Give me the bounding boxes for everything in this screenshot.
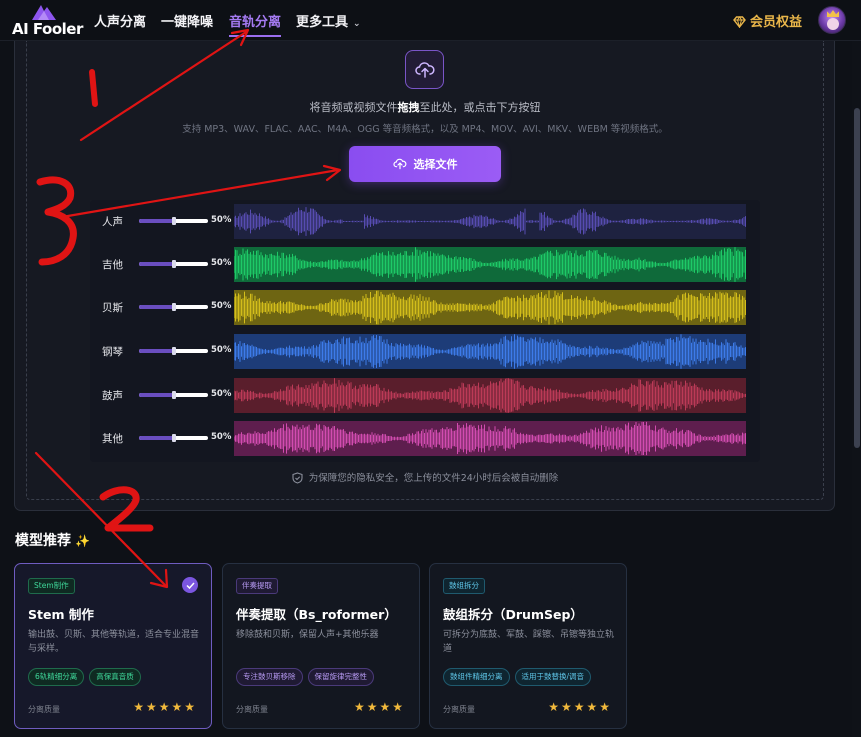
drop-instructions-post: 至此处，或点击下方按钮 xyxy=(419,101,541,114)
volume-slider[interactable] xyxy=(139,303,208,311)
member-benefits-label: 会员权益 xyxy=(750,15,803,30)
card-title: Stem 制作 xyxy=(28,607,94,622)
quality-stars: ★★★★★ xyxy=(133,700,197,714)
nav-link-vocal-separation[interactable]: 人声分离 xyxy=(94,11,146,30)
diamond-icon xyxy=(733,16,746,29)
model-card-drumsep[interactable]: 鼓组拆分 鼓组拆分（DrumSep） 可拆分为底鼓、军鼓、踩镲、吊镲等独立轨道 … xyxy=(429,563,627,729)
shield-icon xyxy=(292,472,303,484)
track-label: 吉他 xyxy=(102,259,123,271)
track-waveform[interactable] xyxy=(234,290,746,325)
volume-slider[interactable] xyxy=(139,217,208,225)
track-label: 贝斯 xyxy=(102,302,123,314)
model-card-accompaniment[interactable]: 伴奏提取 伴奏提取（Bs_roformer） 移除鼓和贝斯，保留人声+其他乐器 … xyxy=(222,563,420,729)
nav-link-more-tools-label: 更多工具 xyxy=(296,15,349,30)
chevron-down-icon: ⌄ xyxy=(353,19,361,29)
quality-label: 分离质量 xyxy=(236,705,268,714)
card-description: 输出鼓、贝斯、其他等轨道，适合专业混音与采样。 xyxy=(28,630,200,654)
card-chip: 6轨精细分离 xyxy=(28,668,85,686)
card-title: 鼓组拆分（DrumSep） xyxy=(443,607,583,622)
card-chip: 专注鼓贝斯移除 xyxy=(236,668,303,686)
choose-file-button[interactable]: 选择文件 xyxy=(349,146,501,182)
section-title-label: 模型推荐 xyxy=(15,533,71,549)
logo-text: AI Fooler xyxy=(12,20,83,38)
track-label: 其他 xyxy=(102,433,123,445)
volume-slider-handle[interactable] xyxy=(171,303,176,311)
card-chips: 6轨精细分离 高保真音质 xyxy=(28,668,141,686)
card-chips: 专注鼓贝斯移除 保留旋律完整性 xyxy=(236,668,374,686)
privacy-text: 为保障您的隐私安全，您上传的文件24小时后会被自动删除 xyxy=(308,473,559,484)
quality-stars: ★★★★★ xyxy=(548,700,612,714)
track-label: 人声 xyxy=(102,216,123,228)
volume-slider[interactable] xyxy=(139,260,208,268)
track-waveform[interactable] xyxy=(234,204,746,239)
card-title: 伴奏提取（Bs_roformer） xyxy=(236,607,397,622)
section-title: 模型推荐 ✨ xyxy=(15,530,90,550)
card-description: 移除鼓和贝斯，保留人声+其他乐器 xyxy=(236,630,379,640)
volume-slider-fill xyxy=(139,262,174,266)
track-waveform[interactable] xyxy=(234,334,746,369)
quality-stars: ★★★★ xyxy=(353,700,405,714)
volume-percent: 50% xyxy=(211,389,232,399)
volume-percent: 50% xyxy=(211,215,232,225)
top-nav: AI Fooler 人声分离 一键降噪 音轨分离 更多工具 ⌄ 会员权益 xyxy=(0,0,861,41)
volume-slider[interactable] xyxy=(139,347,208,355)
drop-instructions-bold: 拖拽 xyxy=(397,101,420,114)
volume-percent: 50% xyxy=(211,345,232,355)
nav-link-more-tools[interactable]: 更多工具 ⌄ xyxy=(296,11,361,30)
card-tag: 鼓组拆分 xyxy=(443,578,485,594)
nav-link-track-separation[interactable]: 音轨分离 xyxy=(229,11,282,37)
card-chip: 高保真音质 xyxy=(89,668,141,686)
card-tag: Stem制作 xyxy=(28,578,75,594)
card-tag: 伴奏提取 xyxy=(236,578,278,594)
scrollbar-thumb[interactable] xyxy=(854,108,860,448)
volume-percent: 50% xyxy=(211,432,232,442)
volume-percent: 50% xyxy=(211,258,232,268)
track-label: 钢琴 xyxy=(102,346,123,358)
drop-instructions: 将音频或视频文件拖拽至此处，或点击下方按钮 xyxy=(0,99,850,115)
privacy-note: 为保障您的隐私安全，您上传的文件24小时后会被自动删除 xyxy=(0,470,850,484)
crown-icon xyxy=(827,10,839,17)
member-benefits-link[interactable]: 会员权益 xyxy=(733,11,802,30)
sparkle-icon: ✨ xyxy=(75,534,90,548)
logo[interactable]: AI Fooler xyxy=(10,3,83,39)
track-label: 鼓声 xyxy=(102,390,123,402)
checkmark-icon xyxy=(182,577,198,593)
supported-formats: 支持 MP3、WAV、FLAC、AAC、M4A、OGG 等音频格式，以及 MP4… xyxy=(182,124,668,135)
volume-slider-fill xyxy=(139,436,174,440)
avatar[interactable] xyxy=(818,6,846,34)
volume-slider-handle[interactable] xyxy=(171,347,176,355)
volume-slider[interactable] xyxy=(139,434,208,442)
quality-label: 分离质量 xyxy=(443,705,475,714)
track-waveform[interactable] xyxy=(234,421,746,456)
avatar-face xyxy=(827,18,839,30)
volume-slider-handle[interactable] xyxy=(171,391,176,399)
drop-instructions-pre: 将音频或视频文件 xyxy=(309,101,398,114)
card-chip: 鼓组件精细分离 xyxy=(443,668,510,686)
volume-slider-fill xyxy=(139,349,174,353)
quality-label: 分离质量 xyxy=(28,705,60,714)
card-chip: 适用于鼓替换/调音 xyxy=(514,668,592,686)
volume-slider-fill xyxy=(139,305,174,309)
model-card-stem[interactable]: Stem制作 Stem 制作 输出鼓、贝斯、其他等轨道，适合专业混音与采样。 6… xyxy=(14,563,212,729)
card-chip: 保留旋律完整性 xyxy=(307,668,374,686)
volume-slider-fill xyxy=(139,393,174,397)
volume-slider-fill xyxy=(139,219,174,223)
card-description: 可拆分为底鼓、军鼓、踩镲、吊镲等独立轨道 xyxy=(443,630,615,654)
volume-slider-handle[interactable] xyxy=(171,260,176,268)
choose-file-label: 选择文件 xyxy=(413,158,458,171)
track-waveform[interactable] xyxy=(234,378,746,413)
volume-slider[interactable] xyxy=(139,391,208,399)
nav-link-noise-reduction[interactable]: 一键降噪 xyxy=(161,11,213,30)
upload-cloud-icon xyxy=(405,50,444,89)
volume-slider-handle[interactable] xyxy=(171,217,176,225)
upload-icon xyxy=(392,158,406,170)
volume-percent: 50% xyxy=(211,301,232,311)
track-waveform[interactable] xyxy=(234,247,746,282)
logo-mark-icon xyxy=(32,5,56,20)
card-chips: 鼓组件精细分离 适用于鼓替换/调音 xyxy=(443,668,592,686)
volume-slider-handle[interactable] xyxy=(171,434,176,442)
